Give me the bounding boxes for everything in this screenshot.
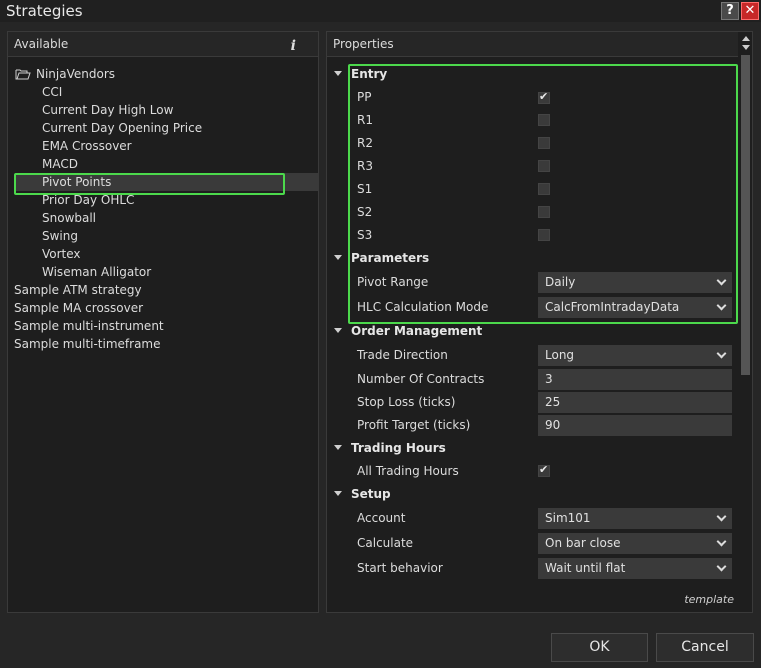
tree-item-cci[interactable]: CCI — [42, 83, 62, 101]
tree-item-sample-multi-timeframe[interactable]: Sample multi-timeframe — [14, 335, 161, 353]
start-behavior-value: Wait until flat — [545, 561, 626, 575]
category-order-management[interactable]: Order Management — [327, 320, 727, 342]
calculate-select[interactable]: On bar close — [538, 533, 732, 554]
caret-down-icon — [334, 491, 342, 496]
category-setup[interactable]: Setup — [327, 483, 727, 505]
stop-loss-input[interactable]: 25 — [538, 392, 732, 413]
folder-open-icon — [15, 69, 31, 80]
chevron-down-icon — [716, 348, 727, 359]
prop-label-profit-target: Profit Target (ticks) — [357, 418, 471, 432]
profit-target-input[interactable]: 90 — [538, 415, 732, 436]
account-value: Sim101 — [545, 511, 591, 525]
tree-item-sample-atm-strategy[interactable]: Sample ATM strategy — [14, 281, 142, 299]
caret-down-icon — [334, 328, 342, 333]
tree-folder-ninjavendors[interactable]: NinjaVendors — [36, 65, 115, 83]
tree-item-swing[interactable]: Swing — [42, 227, 78, 245]
template-link[interactable]: template — [684, 593, 734, 606]
close-icon[interactable]: ✕ — [741, 2, 759, 20]
tree-item-vortex[interactable]: Vortex — [42, 245, 81, 263]
tree-item-snowball[interactable]: Snowball — [42, 209, 96, 227]
tree-item-current-day-high-low[interactable]: Current Day High Low — [42, 101, 173, 119]
ok-button[interactable]: OK — [551, 633, 648, 662]
tree-item-wiseman-alligator[interactable]: Wiseman Alligator — [42, 263, 151, 281]
entry-parameters-highlight-box — [348, 64, 738, 324]
prop-label-account: Account — [357, 511, 406, 525]
tree-item-current-day-opening-price[interactable]: Current Day Opening Price — [42, 119, 202, 137]
scroll-down-icon[interactable] — [742, 45, 750, 50]
help-icon[interactable]: ? — [721, 2, 739, 20]
available-header: Available i — [8, 32, 318, 57]
prop-label-start-behavior: Start behavior — [357, 561, 443, 575]
prop-label-all-trading-hours: All Trading Hours — [357, 464, 459, 478]
prop-label-calculate: Calculate — [357, 536, 414, 550]
properties-scrollbar[interactable] — [739, 32, 752, 612]
window-title: Strategies — [6, 2, 83, 20]
tree-item-ema-crossover[interactable]: EMA Crossover — [42, 137, 132, 155]
chevron-down-icon — [716, 561, 727, 572]
chevron-down-icon — [716, 511, 727, 522]
caret-down-icon — [334, 445, 342, 450]
scrollbar-thumb[interactable] — [741, 55, 750, 375]
calculate-value: On bar close — [545, 536, 621, 550]
selection-highlight-box — [14, 173, 285, 195]
cancel-button[interactable]: Cancel — [656, 633, 754, 662]
scroll-up-icon[interactable] — [742, 36, 750, 41]
start-behavior-select[interactable]: Wait until flat — [538, 558, 732, 579]
tree-item-sample-ma-crossover[interactable]: Sample MA crossover — [14, 299, 143, 317]
tree-item-sample-multi-instrument[interactable]: Sample multi-instrument — [14, 317, 164, 335]
caret-down-icon — [334, 71, 342, 76]
trade-direction-select[interactable]: Long — [538, 345, 732, 366]
available-title: Available — [14, 37, 69, 51]
properties-header: Properties — [327, 32, 738, 57]
properties-panel: Properties Entry PP ✔ R1 R2 R3 S1 S2 S3 … — [326, 31, 753, 613]
prop-label-contracts: Number Of Contracts — [357, 372, 485, 386]
available-panel: Available i NinjaVendors CCI Current Day… — [7, 31, 319, 613]
checkbox-all-trading-hours[interactable]: ✔ — [538, 463, 550, 477]
caret-down-icon — [334, 255, 342, 260]
category-setup-label: Setup — [351, 487, 391, 501]
category-order-label: Order Management — [351, 324, 483, 338]
account-select[interactable]: Sim101 — [538, 508, 732, 529]
title-bar: Strategies ? ✕ — [0, 0, 761, 22]
contracts-input[interactable]: 3 — [538, 369, 732, 390]
check-icon: ✔ — [539, 463, 549, 476]
properties-title: Properties — [333, 37, 394, 51]
category-trading-hours-label: Trading Hours — [351, 441, 446, 455]
trade-direction-value: Long — [545, 348, 575, 362]
category-trading-hours[interactable]: Trading Hours — [327, 437, 727, 459]
info-icon[interactable]: i — [291, 34, 296, 58]
prop-label-stop-loss: Stop Loss (ticks) — [357, 395, 456, 409]
chevron-down-icon — [716, 536, 727, 547]
tree-item-macd[interactable]: MACD — [42, 155, 78, 173]
prop-label-trade-direction: Trade Direction — [357, 348, 448, 362]
